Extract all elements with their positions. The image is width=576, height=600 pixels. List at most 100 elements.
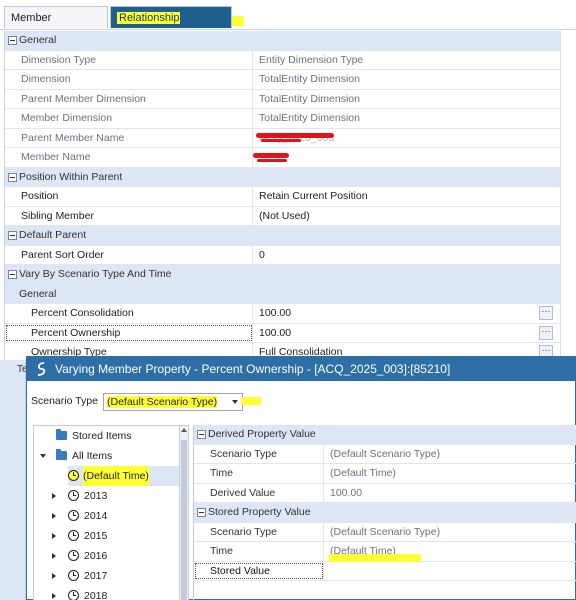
property-label: Parent Member Dimension (5, 89, 253, 108)
highlight-mark (329, 554, 421, 562)
scroll-up-icon[interactable] (181, 428, 187, 432)
expand-arrow-icon[interactable] (52, 493, 56, 499)
category-stored-property-value[interactable]: Stored Property Value (194, 503, 576, 523)
time-tree: Stored Items All Items (Default Time) 20… (33, 425, 185, 600)
expand-arrow-icon[interactable] (52, 573, 56, 579)
property-label: Stored Value (194, 561, 324, 580)
category-general[interactable]: General (5, 31, 561, 51)
row-scenario-type[interactable]: Scenario Type (Default Scenario Type) (194, 444, 576, 464)
property-label: Parent Sort Order (5, 245, 253, 264)
row-dimension-type[interactable]: Dimension Type Entity Dimension Type (5, 50, 561, 70)
property-label: Derived Value (194, 483, 324, 502)
tree-label: All Items (72, 450, 113, 462)
scenario-type-label: Scenario Type (31, 395, 98, 407)
tree-node-default-time[interactable]: (Default Time) (68, 466, 180, 486)
ellipsis-button[interactable]: ··· (539, 306, 553, 320)
tree-label: 2014 (84, 510, 108, 522)
tree-node-year[interactable]: 2015 (34, 526, 184, 546)
clock-icon (68, 530, 79, 541)
property-value: TotalEntity Dimension (259, 92, 360, 105)
tree-node-year[interactable]: 2017 (34, 566, 184, 586)
property-label: Percent Ownership (5, 323, 253, 342)
category-label: Derived Property Value (208, 428, 316, 440)
property-label: Position (5, 187, 253, 206)
expand-arrow-icon[interactable] (52, 533, 56, 539)
category-default-parent[interactable]: Default Parent (5, 226, 561, 246)
property-value[interactable]: (Not Used) (254, 207, 561, 226)
folder-icon (56, 429, 67, 440)
row-parent-member-name[interactable]: Parent Member Name ACQ_2025_003 (5, 128, 561, 148)
category-label: General (19, 34, 57, 46)
row-percent-ownership[interactable]: Percent Ownership 100.00 ··· (5, 323, 561, 343)
row-position[interactable]: Position Retain Current Position (5, 187, 561, 207)
property-label: Time (194, 542, 324, 561)
subcategory-label: General (19, 287, 57, 300)
redaction-mark (256, 132, 334, 138)
property-label: Sibling Member (5, 206, 253, 225)
tab-member-properties[interactable]: Member Properties (4, 6, 108, 46)
tree-node-year[interactable]: 2013 (34, 486, 184, 506)
clock-icon (68, 550, 79, 561)
property-label: Member Dimension (5, 109, 253, 128)
clock-icon (68, 510, 79, 521)
tree-node-year[interactable]: 2014 (34, 506, 184, 526)
expand-arrow-icon[interactable] (40, 454, 46, 458)
tree-label: 2016 (84, 550, 108, 562)
property-label: Parent Member Name (5, 128, 253, 147)
row-dimension[interactable]: Dimension TotalEntity Dimension (5, 70, 561, 90)
category-derived-property-value[interactable]: Derived Property Value (194, 425, 576, 445)
tree-node-year[interactable]: 2018 (34, 586, 184, 600)
property-label: Member Name (5, 148, 253, 167)
tree-node-year[interactable]: 2016 (34, 546, 184, 566)
tree-scrollbar[interactable] (179, 425, 189, 600)
stored-value-input[interactable] (325, 562, 576, 581)
property-label: Percent Consolidation (5, 304, 253, 323)
row-time[interactable]: Time (Default Time) (194, 464, 576, 484)
property-value[interactable]: 100.00 (254, 304, 561, 323)
scroll-thumb[interactable] (181, 440, 187, 600)
row-parent-member-dimension[interactable]: Parent Member Dimension TotalEntity Dime… (5, 89, 561, 109)
property-value: TotalEntity Dimension (259, 73, 360, 85)
ellipsis-button[interactable]: ··· (539, 325, 553, 340)
clock-icon (68, 470, 79, 481)
property-value: (Default Time) (330, 467, 396, 479)
category-label: Default Parent (19, 229, 87, 241)
grid-scrollbar[interactable] (560, 31, 576, 361)
property-value: TotalEntity Dimension (259, 112, 360, 124)
tab-relationship-properties[interactable]: Relationship Properties (110, 6, 232, 46)
category-position-within-parent[interactable]: Position Within Parent (5, 167, 561, 187)
property-value[interactable]: Retain Current Position (254, 187, 561, 206)
dialog-title-bar[interactable]: Varying Member Property - Percent Owners… (27, 357, 576, 381)
expand-arrow-icon[interactable] (52, 513, 56, 519)
clock-icon (68, 490, 79, 501)
property-value[interactable]: 0 (254, 246, 561, 265)
property-label: Scenario Type (194, 444, 324, 463)
row-stored-scenario-type[interactable]: Scenario Type (Default Scenario Type) (194, 522, 576, 542)
subcategory-general[interactable]: General (5, 284, 561, 304)
tree-label: 2018 (84, 590, 108, 600)
value-grid: Derived Property Value Scenario Type (De… (193, 425, 576, 600)
row-sibling-member[interactable]: Sibling Member (Not Used) (5, 206, 561, 226)
tree-label: Stored Items (72, 430, 132, 442)
expand-arrow-icon[interactable] (52, 553, 56, 559)
tree-node-stored-items[interactable]: Stored Items (34, 426, 184, 446)
property-value (254, 148, 561, 167)
chevron-down-icon (232, 400, 238, 404)
row-member-dimension[interactable]: Member Dimension TotalEntity Dimension (5, 109, 561, 129)
property-label: Dimension (5, 70, 253, 89)
row-stored-value[interactable]: Stored Value (194, 561, 576, 581)
redaction-mark (261, 138, 301, 142)
property-value: (Default Scenario Type) (330, 525, 441, 538)
row-parent-sort-order[interactable]: Parent Sort Order 0 (5, 245, 561, 265)
category-label: Position Within Parent (19, 170, 123, 183)
row-percent-consolidation[interactable]: Percent Consolidation 100.00 ··· (5, 304, 561, 324)
tree-node-all-items[interactable]: All Items (34, 446, 184, 466)
expand-arrow-icon[interactable] (52, 593, 56, 599)
property-value[interactable]: 100.00 (254, 324, 561, 343)
row-member-name[interactable]: Member Name (5, 148, 561, 168)
row-derived-value[interactable]: Derived Value 100.00 (194, 483, 576, 503)
scenario-type-dropdown[interactable]: (Default Scenario Type) (103, 393, 243, 411)
highlight-mark (241, 397, 261, 405)
category-vary-by-scenario[interactable]: Vary By Scenario Type And Time (5, 265, 561, 285)
dropdown-value: (Default Scenario Type) (107, 396, 218, 408)
